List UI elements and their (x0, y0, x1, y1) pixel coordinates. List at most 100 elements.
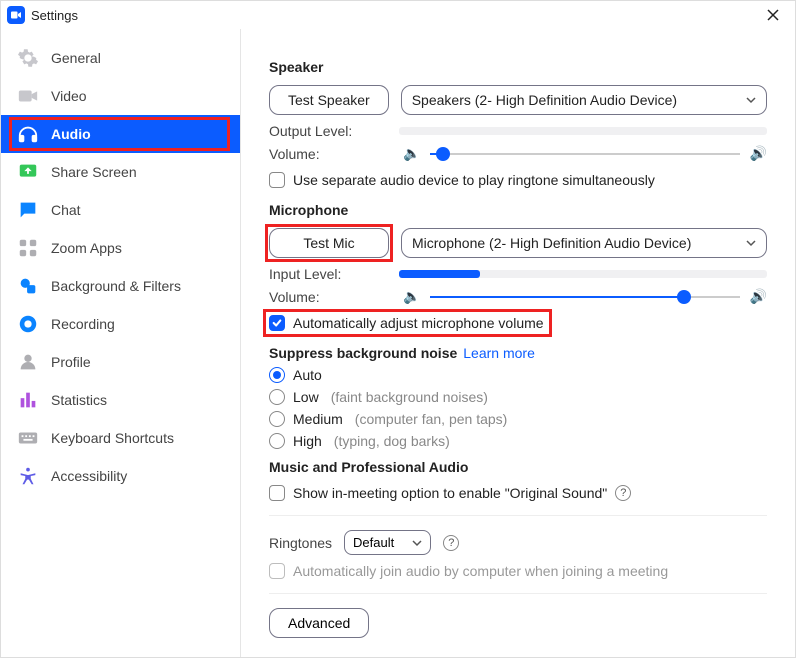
chevron-down-icon (412, 538, 422, 548)
auto-join-checkbox[interactable]: Automatically join audio by computer whe… (269, 563, 767, 579)
sidebar-item-statistics[interactable]: Statistics (1, 381, 240, 419)
sidebar-item-label: Keyboard Shortcuts (51, 430, 174, 446)
radio-hint: (typing, dog barks) (334, 433, 450, 449)
close-button[interactable] (757, 1, 789, 29)
accessibility-icon (17, 465, 39, 487)
volume-low-icon: 🔈 (403, 145, 420, 162)
keyboard-icon (17, 427, 39, 449)
mic-volume-label: Volume: (269, 289, 399, 305)
sidebar-item-label: Share Screen (51, 164, 137, 180)
speaker-volume-slider[interactable] (430, 147, 739, 161)
sidebar-item-audio[interactable]: Audio (1, 115, 240, 153)
audio-icon (17, 123, 39, 145)
checkbox-icon (269, 563, 285, 579)
auto-adjust-checkbox[interactable]: Automatically adjust microphone volume (269, 315, 544, 331)
volume-high-icon: 🔊 (750, 145, 767, 162)
divider (269, 515, 767, 516)
sidebar-item-recording[interactable]: Recording (1, 305, 240, 343)
radio-icon (269, 389, 285, 405)
chevron-down-icon (746, 238, 756, 248)
gear-icon (17, 47, 39, 69)
sidebar-item-label: Zoom Apps (51, 240, 122, 256)
input-level-label: Input Level: (269, 266, 399, 282)
speaker-title: Speaker (269, 59, 767, 75)
divider (269, 593, 767, 594)
learn-more-link[interactable]: Learn more (463, 345, 535, 361)
titlebar: Settings (1, 1, 795, 29)
suppress-option-low[interactable]: Low (faint background noises) (269, 389, 767, 405)
checkbox-icon (269, 172, 285, 188)
radio-label: High (293, 433, 322, 449)
sidebar-item-general[interactable]: General (1, 39, 240, 77)
mic-volume-slider[interactable] (430, 290, 739, 304)
sidebar-item-label: Accessibility (51, 468, 127, 484)
share-icon (17, 161, 39, 183)
radio-label: Medium (293, 411, 343, 427)
suppress-option-high[interactable]: High (typing, dog barks) (269, 433, 767, 449)
chat-icon (17, 199, 39, 221)
video-icon (17, 85, 39, 107)
settings-sidebar: General Video Audio Share Screen Chat Zoom Ap… (1, 29, 241, 657)
auto-adjust-label: Automatically adjust microphone volume (293, 315, 544, 331)
volume-high-icon: 🔊 (750, 288, 767, 305)
radio-hint: (faint background noises) (331, 389, 488, 405)
checkbox-icon (269, 485, 285, 501)
ringtones-select[interactable]: Default (344, 530, 431, 555)
mic-device-select[interactable]: Microphone (2- High Definition Audio Dev… (401, 228, 767, 258)
window-title: Settings (31, 8, 757, 23)
radio-icon (269, 367, 285, 383)
microphone-title: Microphone (269, 202, 767, 218)
sidebar-item-label: Audio (51, 126, 91, 142)
sidebar-item-profile[interactable]: Profile (1, 343, 240, 381)
original-sound-label: Show in-meeting option to enable "Origin… (293, 485, 607, 501)
sidebar-item-keyboard-shortcuts[interactable]: Keyboard Shortcuts (1, 419, 240, 457)
suppress-option-auto[interactable]: Auto (269, 367, 767, 383)
highlight-box (9, 117, 230, 151)
separate-audio-checkbox[interactable]: Use separate audio device to play ringto… (269, 172, 767, 188)
radio-label: Low (293, 389, 319, 405)
app-icon (7, 6, 25, 24)
speaker-device-value: Speakers (2- High Definition Audio Devic… (412, 92, 677, 108)
sidebar-item-share-screen[interactable]: Share Screen (1, 153, 240, 191)
sidebar-item-label: Statistics (51, 392, 107, 408)
sidebar-item-video[interactable]: Video (1, 77, 240, 115)
sidebar-item-label: Profile (51, 354, 91, 370)
radio-hint: (computer fan, pen taps) (355, 411, 508, 427)
test-speaker-button[interactable]: Test Speaker (269, 85, 389, 115)
music-title: Music and Professional Audio (269, 459, 767, 475)
apps-icon (17, 237, 39, 259)
output-level-label: Output Level: (269, 123, 399, 139)
sidebar-item-zoom-apps[interactable]: Zoom Apps (1, 229, 240, 267)
output-level-meter (399, 127, 767, 135)
ringtones-label: Ringtones (269, 535, 332, 551)
help-icon[interactable]: ? (443, 535, 459, 551)
sidebar-item-label: Chat (51, 202, 81, 218)
ringtones-value: Default (353, 535, 394, 550)
help-icon[interactable]: ? (615, 485, 631, 501)
sidebar-item-background-filters[interactable]: Background & Filters (1, 267, 240, 305)
sidebar-item-label: Background & Filters (51, 278, 181, 294)
sidebar-item-label: Video (51, 88, 87, 104)
chevron-down-icon (746, 95, 756, 105)
sidebar-item-accessibility[interactable]: Accessibility (1, 457, 240, 495)
suppress-title: Suppress background noise (269, 345, 457, 361)
mic-device-value: Microphone (2- High Definition Audio Dev… (412, 235, 691, 251)
auto-join-label: Automatically join audio by computer whe… (293, 563, 668, 579)
separate-audio-label: Use separate audio device to play ringto… (293, 172, 655, 188)
volume-low-icon: 🔈 (403, 288, 420, 305)
radio-icon (269, 411, 285, 427)
input-level-meter (399, 270, 767, 278)
advanced-button[interactable]: Advanced (269, 608, 369, 638)
speaker-volume-label: Volume: (269, 146, 399, 162)
filters-icon (17, 275, 39, 297)
test-mic-button[interactable]: Test Mic (269, 228, 389, 258)
radio-icon (269, 433, 285, 449)
suppress-option-medium[interactable]: Medium (computer fan, pen taps) (269, 411, 767, 427)
speaker-device-select[interactable]: Speakers (2- High Definition Audio Devic… (401, 85, 767, 115)
sidebar-item-label: Recording (51, 316, 115, 332)
recording-icon (17, 313, 39, 335)
original-sound-checkbox[interactable]: Show in-meeting option to enable "Origin… (269, 485, 767, 501)
sidebar-item-label: General (51, 50, 101, 66)
radio-label: Auto (293, 367, 322, 383)
sidebar-item-chat[interactable]: Chat (1, 191, 240, 229)
